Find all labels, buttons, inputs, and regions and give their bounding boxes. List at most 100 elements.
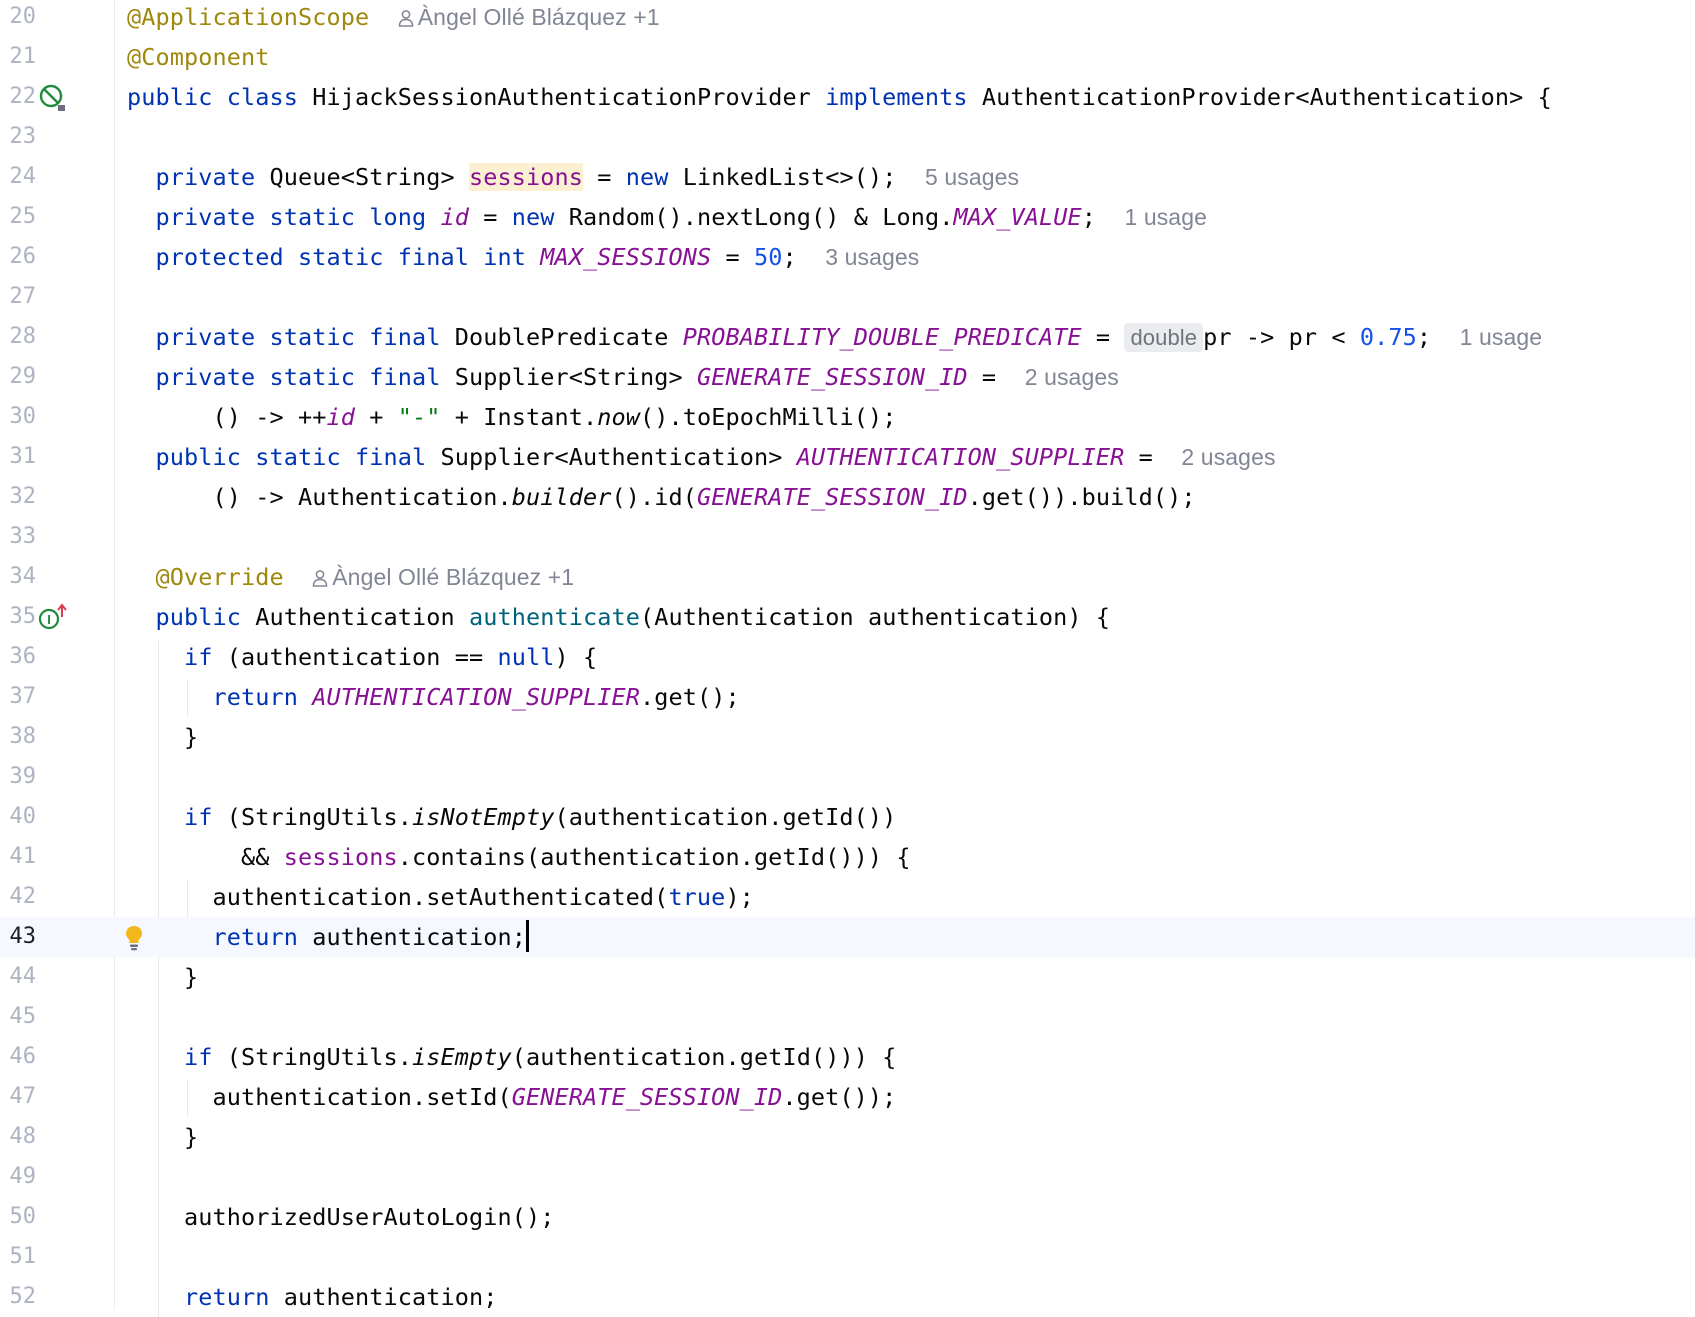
code-line-40[interactable]: 40 if (StringUtils.isNotEmpty(authentica… — [0, 797, 1695, 837]
code-line-39[interactable]: 39 — [0, 757, 1695, 797]
line-number[interactable]: 50 — [0, 1197, 37, 1237]
code-line-52[interactable]: 52 return authentication; — [0, 1277, 1695, 1317]
code-line-29[interactable]: 29 private static final Supplier<String>… — [0, 357, 1695, 397]
code-line-37[interactable]: 37 return AUTHENTICATION_SUPPLIER.get(); — [0, 677, 1695, 717]
no-beans-icon[interactable] — [38, 83, 68, 117]
code-text[interactable]: public class HijackSessionAuthentication… — [127, 77, 1552, 117]
line-number[interactable]: 28 — [0, 317, 37, 357]
code-line-35[interactable]: 35 public Authentication authenticate(Au… — [0, 597, 1695, 637]
line-number[interactable]: 24 — [0, 157, 37, 197]
line-number[interactable]: 22 — [0, 77, 37, 117]
line-number[interactable]: 47 — [0, 1077, 37, 1117]
usages-hint[interactable]: 1 usage — [1124, 204, 1207, 230]
code-text[interactable]: return AUTHENTICATION_SUPPLIER.get(); — [127, 677, 740, 717]
code-text[interactable]: @Component — [127, 37, 269, 77]
code-text[interactable]: if (authentication == null) { — [127, 637, 597, 677]
line-number[interactable]: 51 — [0, 1237, 37, 1277]
code-text[interactable]: } — [127, 717, 198, 757]
code-line-31[interactable]: 31 public static final Supplier<Authenti… — [0, 437, 1695, 477]
code-text[interactable]: @ApplicationScope Àngel Ollé Blázquez +1 — [127, 0, 660, 37]
line-number[interactable]: 39 — [0, 757, 37, 797]
line-number[interactable]: 29 — [0, 357, 37, 397]
line-number[interactable]: 34 — [0, 557, 37, 597]
code-text[interactable]: private Queue<String> sessions = new Lin… — [127, 157, 1019, 197]
code-line-36[interactable]: 36 if (authentication == null) { — [0, 637, 1695, 677]
code-line-47[interactable]: 47 authentication.setId(GENERATE_SESSION… — [0, 1077, 1695, 1117]
line-number[interactable]: 20 — [0, 0, 37, 37]
code-line-50[interactable]: 50 authorizedUserAutoLogin(); — [0, 1197, 1695, 1237]
code-text[interactable]: } — [127, 957, 198, 997]
code-text[interactable]: protected static final int MAX_SESSIONS … — [127, 237, 920, 277]
usages-hint[interactable]: 2 usages — [1181, 444, 1275, 470]
usages-hint[interactable]: 1 usage — [1460, 324, 1543, 350]
intention-bulb-icon[interactable] — [121, 923, 147, 957]
code-text[interactable]: authentication.setId(GENERATE_SESSION_ID… — [127, 1077, 896, 1117]
code-text[interactable]: public Authentication authenticate(Authe… — [127, 597, 1111, 637]
code-line-21[interactable]: 21 @Component — [0, 37, 1695, 77]
usages-hint[interactable]: 3 usages — [825, 244, 919, 270]
line-number[interactable]: 52 — [0, 1277, 37, 1317]
author-hint[interactable]: Àngel Ollé Blázquez +1 — [398, 4, 660, 30]
code-text[interactable]: public static final Supplier<Authenticat… — [127, 437, 1276, 477]
line-number[interactable]: 26 — [0, 237, 37, 277]
code-line-23[interactable]: 23 — [0, 117, 1695, 157]
line-number[interactable]: 49 — [0, 1157, 37, 1197]
code-line-49[interactable]: 49 — [0, 1157, 1695, 1197]
code-editor[interactable]: 20 @ApplicationScope Àngel Ollé Blázquez … — [0, 0, 1695, 1317]
line-number[interactable]: 45 — [0, 997, 37, 1037]
line-number[interactable]: 46 — [0, 1037, 37, 1077]
line-number[interactable]: 33 — [0, 517, 37, 557]
code-line-34[interactable]: 34 @Override Àngel Ollé Blázquez +1 — [0, 557, 1695, 597]
code-text[interactable]: private static long id = new Random().ne… — [127, 197, 1207, 237]
code-line-38[interactable]: 38 } — [0, 717, 1695, 757]
code-text[interactable]: @Override Àngel Ollé Blázquez +1 — [127, 557, 575, 597]
usages-hint[interactable]: 5 usages — [925, 164, 1019, 190]
line-number[interactable]: 21 — [0, 37, 37, 77]
code-line-22[interactable]: 22 public class HijackSessionAuthenticati… — [0, 77, 1695, 117]
code-line-30[interactable]: 30 () -> ++id + "-" + Instant.now().toEp… — [0, 397, 1695, 437]
code-text[interactable]: () -> ++id + "-" + Instant.now().toEpoch… — [127, 397, 896, 437]
code-line-25[interactable]: 25 private static long id = new Random()… — [0, 197, 1695, 237]
code-line-26[interactable]: 26 protected static final int MAX_SESSIO… — [0, 237, 1695, 277]
code-text[interactable]: authorizedUserAutoLogin(); — [127, 1197, 554, 1237]
line-number[interactable]: 40 — [0, 797, 37, 837]
code-line-20[interactable]: 20 @ApplicationScope Àngel Ollé Blázquez … — [0, 0, 1695, 37]
line-number[interactable]: 27 — [0, 277, 37, 317]
line-number[interactable]: 43 — [0, 917, 37, 957]
code-text[interactable]: } — [127, 1117, 198, 1157]
code-line-46[interactable]: 46 if (StringUtils.isEmpty(authenticatio… — [0, 1037, 1695, 1077]
code-text[interactable]: return authentication; — [127, 917, 529, 957]
code-text[interactable]: authentication.setAuthenticated(true); — [127, 877, 754, 917]
code-line-33[interactable]: 33 — [0, 517, 1695, 557]
line-number[interactable]: 48 — [0, 1117, 37, 1157]
line-number[interactable]: 44 — [0, 957, 37, 997]
code-line-24[interactable]: 24 private Queue<String> sessions = new … — [0, 157, 1695, 197]
code-line-41[interactable]: 41 && sessions.contains(authentication.g… — [0, 837, 1695, 877]
line-number[interactable]: 38 — [0, 717, 37, 757]
code-text[interactable]: && sessions.contains(authentication.getI… — [127, 837, 911, 877]
usages-hint[interactable]: 2 usages — [1025, 364, 1119, 390]
code-text[interactable]: () -> Authentication.builder().id(GENERA… — [127, 477, 1196, 517]
line-number[interactable]: 36 — [0, 637, 37, 677]
line-number[interactable]: 31 — [0, 437, 37, 477]
code-line-43[interactable]: 43 return authentication; — [0, 917, 1695, 957]
line-number[interactable]: 37 — [0, 677, 37, 717]
code-line-42[interactable]: 42 authentication.setAuthenticated(true)… — [0, 877, 1695, 917]
line-number[interactable]: 30 — [0, 397, 37, 437]
line-number[interactable]: 35 — [0, 597, 37, 637]
author-hint[interactable]: Àngel Ollé Blázquez +1 — [312, 564, 574, 590]
code-line-32[interactable]: 32 () -> Authentication.builder().id(GEN… — [0, 477, 1695, 517]
line-number[interactable]: 41 — [0, 837, 37, 877]
code-line-27[interactable]: 27 — [0, 277, 1695, 317]
code-text[interactable]: if (StringUtils.isEmpty(authentication.g… — [127, 1037, 896, 1077]
code-line-28[interactable]: 28 private static final DoublePredicate … — [0, 317, 1695, 357]
code-text[interactable]: private static final DoublePredicate PRO… — [127, 317, 1542, 357]
code-text[interactable]: return authentication; — [127, 1277, 497, 1317]
line-number[interactable]: 42 — [0, 877, 37, 917]
line-number[interactable]: 25 — [0, 197, 37, 237]
line-number[interactable]: 32 — [0, 477, 37, 517]
code-line-45[interactable]: 45 — [0, 997, 1695, 1037]
code-text[interactable]: if (StringUtils.isNotEmpty(authenticatio… — [127, 797, 896, 837]
code-line-48[interactable]: 48 } — [0, 1117, 1695, 1157]
code-text[interactable]: private static final Supplier<String> GE… — [127, 357, 1119, 397]
